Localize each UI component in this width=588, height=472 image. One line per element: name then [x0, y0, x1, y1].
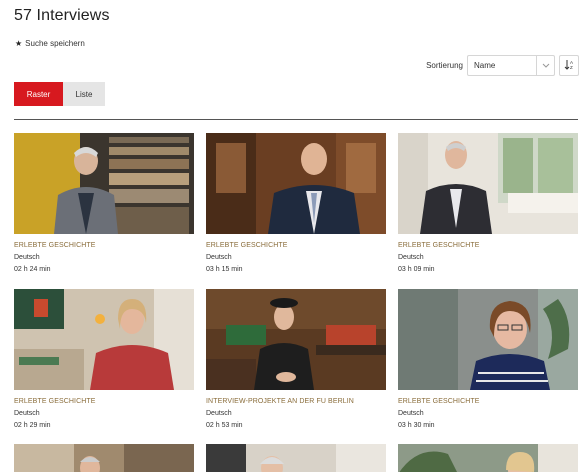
- interview-thumbnail[interactable]: [206, 133, 386, 234]
- card-category: ERLEBTE GESCHICHTE: [14, 398, 96, 405]
- interview-card[interactable]: ERLEBTE GESCHICHTE Deutsch 02 h 29 min: [14, 289, 194, 429]
- interview-card[interactable]: [398, 444, 578, 472]
- card-category: ERLEBTE GESCHICHTE: [206, 242, 288, 249]
- interview-card[interactable]: ERLEBTE GESCHICHTE Deutsch 03 h 15 min: [206, 133, 386, 273]
- chevron-down-icon: [536, 56, 554, 75]
- interview-thumbnail[interactable]: [398, 444, 578, 472]
- interview-thumbnail[interactable]: [206, 444, 386, 472]
- list-view-button[interactable]: Liste: [63, 82, 105, 106]
- svg-text:Z: Z: [570, 65, 573, 70]
- card-language: Deutsch: [398, 410, 424, 417]
- card-duration: 02 h 24 min: [14, 266, 51, 273]
- card-language: Deutsch: [398, 254, 424, 261]
- save-search-link[interactable]: ★ Suche speichern: [15, 39, 85, 48]
- card-duration: 02 h 29 min: [14, 422, 51, 429]
- interview-thumbnail[interactable]: [398, 133, 578, 234]
- card-category: ERLEBTE GESCHICHTE: [398, 242, 480, 249]
- view-toggle: Raster Liste: [14, 82, 105, 106]
- page-title: 57 Interviews: [14, 7, 110, 24]
- save-search-label: Suche speichern: [25, 39, 85, 48]
- interview-card[interactable]: [206, 444, 386, 472]
- interview-card[interactable]: INTERVIEW-PROJEKTE AN DER FU BERLIN Deut…: [206, 289, 386, 429]
- sort-select[interactable]: Name: [467, 55, 555, 76]
- raster-view-button[interactable]: Raster: [14, 82, 63, 106]
- card-category: INTERVIEW-PROJEKTE AN DER FU BERLIN: [206, 398, 354, 405]
- interview-card[interactable]: ERLEBTE GESCHICHTE Deutsch 02 h 24 min: [14, 133, 194, 273]
- interview-card[interactable]: ERLEBTE GESCHICHTE Deutsch 03 h 30 min: [398, 289, 578, 429]
- sort-az-icon: A Z: [564, 57, 575, 75]
- sort-direction-button[interactable]: A Z: [559, 55, 579, 76]
- card-category: ERLEBTE GESCHICHTE: [14, 242, 96, 249]
- sort-controls: Sortierung Name A Z: [426, 55, 579, 76]
- interview-thumbnail[interactable]: [206, 289, 386, 390]
- interview-thumbnail[interactable]: [14, 444, 194, 472]
- interview-card[interactable]: ERLEBTE GESCHICHTE Deutsch 03 h 09 min: [398, 133, 578, 273]
- sort-label: Sortierung: [426, 61, 463, 70]
- interview-thumbnail[interactable]: [14, 289, 194, 390]
- divider: [14, 119, 578, 120]
- card-language: Deutsch: [206, 410, 232, 417]
- card-duration: 03 h 09 min: [398, 266, 435, 273]
- star-icon: ★: [15, 39, 23, 48]
- card-duration: 02 h 53 min: [206, 422, 243, 429]
- card-language: Deutsch: [14, 254, 40, 261]
- card-duration: 03 h 30 min: [398, 422, 435, 429]
- sort-selected-value: Name: [474, 61, 496, 70]
- card-category: ERLEBTE GESCHICHTE: [398, 398, 480, 405]
- interview-card[interactable]: [14, 444, 194, 472]
- interview-thumbnail[interactable]: [398, 289, 578, 390]
- card-language: Deutsch: [14, 410, 40, 417]
- interview-thumbnail[interactable]: [14, 133, 194, 234]
- card-language: Deutsch: [206, 254, 232, 261]
- card-duration: 03 h 15 min: [206, 266, 243, 273]
